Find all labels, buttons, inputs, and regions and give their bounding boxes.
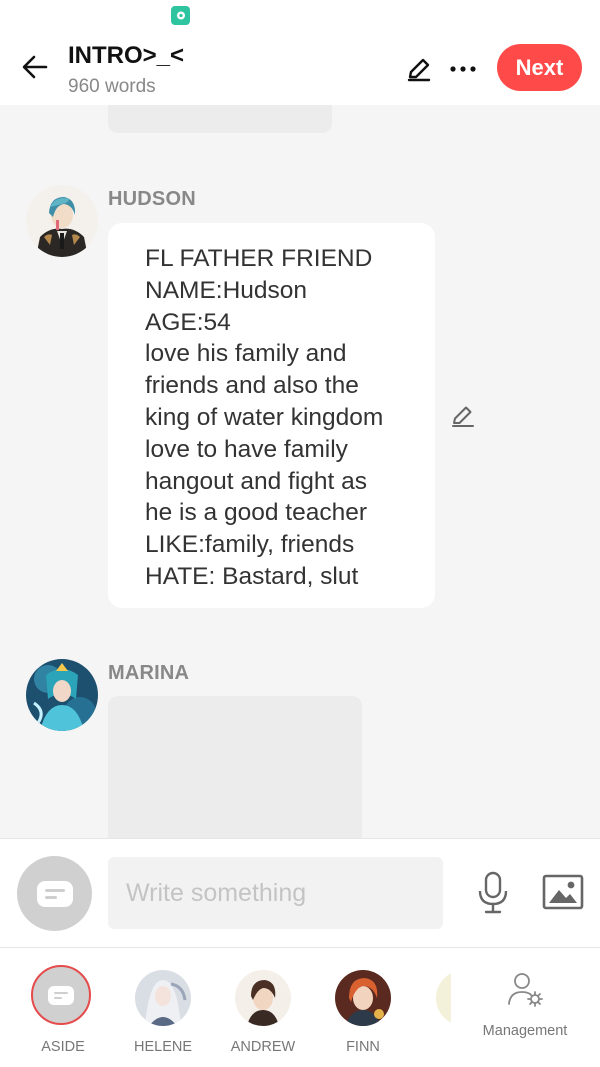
story-title: INTRO>_< [68, 42, 185, 69]
message-line: NAME:Hudson [145, 276, 308, 304]
image-icon [542, 874, 584, 910]
ellipsis-icon [450, 66, 476, 72]
next-button[interactable]: Next [497, 44, 582, 91]
marina-avatar[interactable] [26, 659, 98, 731]
helene-avatar [135, 970, 191, 1026]
aside-mode-button[interactable] [17, 856, 92, 931]
character-label: HELENE [133, 1039, 193, 1055]
edit-title-button[interactable] [402, 52, 436, 86]
message-line: hangout and fight as [145, 467, 368, 495]
andrew-avatar [235, 970, 291, 1026]
character-aside[interactable]: ASIDE [18, 965, 108, 1060]
arrow-left-icon [22, 55, 48, 79]
pencil-icon [452, 406, 474, 427]
message-bubble[interactable]: FL FATHER FRIEND NAME:Hudson AGE:54 love… [108, 223, 435, 608]
finn-avatar [335, 970, 391, 1026]
status-bar [0, 0, 600, 30]
management-button[interactable]: Management [470, 970, 580, 1060]
character-helene[interactable]: HELENE [118, 970, 208, 1060]
chat-area[interactable]: HUDSON FL FATHER FRIEND NAME:Hudson AGE:… [0, 105, 600, 838]
edit-message-button[interactable] [448, 401, 478, 431]
chat-app-notification-icon [171, 6, 190, 25]
character-selector: ASIDE HELENE ANDREW FINN Management [0, 948, 600, 1067]
character-name-marina: MARINA [108, 662, 190, 684]
message-composer [0, 838, 600, 948]
message-line: king of water kingdom [145, 403, 384, 431]
message-line: he is a good teacher [145, 499, 368, 527]
more-options-button[interactable] [444, 52, 482, 86]
aside-avatar [31, 965, 91, 1025]
hudson-avatar[interactable] [26, 185, 98, 257]
pencil-icon [407, 58, 431, 82]
character-label: ASIDE [41, 1039, 85, 1055]
character-andrew[interactable]: ANDREW [218, 970, 308, 1060]
character-finn[interactable]: FINN [318, 970, 408, 1060]
management-label: Management [482, 1023, 568, 1039]
character-label: ANDREW [230, 1039, 296, 1055]
message-input[interactable] [108, 857, 443, 929]
add-image-button[interactable] [540, 871, 586, 913]
message-line: AGE:54 [145, 308, 231, 336]
user-gear-icon [508, 973, 543, 1007]
message-line: FL FATHER FRIEND [145, 245, 373, 272]
word-count: 960 words [68, 76, 156, 97]
character-label: FINN [346, 1039, 380, 1055]
previous-message-bubble [108, 105, 332, 133]
voice-input-button[interactable] [472, 869, 514, 917]
character-name-hudson: HUDSON [108, 188, 196, 210]
back-button[interactable] [16, 48, 54, 86]
aside-icon [36, 880, 73, 907]
message-line: love to have family [145, 435, 348, 463]
partial-character-avatar[interactable] [436, 970, 451, 1026]
message-line: LIKE:family, friends [145, 531, 355, 559]
message-line: friends and also the [145, 372, 359, 400]
message-line: HATE: Bastard, slut [145, 562, 359, 590]
top-app-bar: INTRO>_< 960 words Next [0, 30, 600, 105]
message-bubble-loading [108, 696, 362, 838]
microphone-icon [478, 871, 508, 914]
aside-icon [48, 985, 74, 1005]
message-line: love his family and [145, 340, 347, 368]
